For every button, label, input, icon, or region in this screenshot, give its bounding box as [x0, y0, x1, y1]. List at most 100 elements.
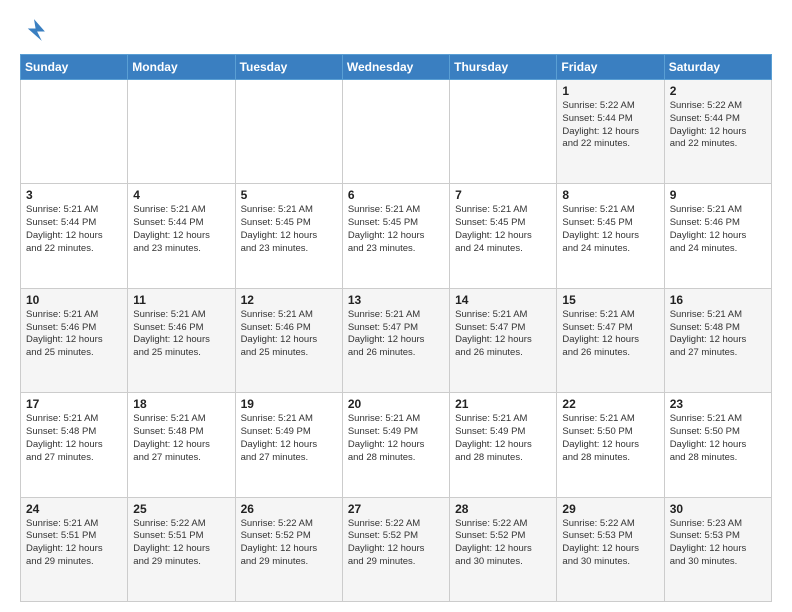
- day-number: 9: [670, 188, 766, 202]
- calendar-day-15: 15 Sunrise: 5:21 AM Sunset: 5:47 PM Dayli…: [557, 288, 664, 392]
- calendar-day-17: 17 Sunrise: 5:21 AM Sunset: 5:48 PM Dayli…: [21, 393, 128, 497]
- day-info: Sunrise: 5:22 AM Sunset: 5:52 PM Dayligh…: [455, 518, 551, 569]
- calendar-day-29: 29 Sunrise: 5:22 AM Sunset: 5:53 PM Dayli…: [557, 497, 664, 601]
- day-info: Sunrise: 5:22 AM Sunset: 5:53 PM Dayligh…: [562, 518, 658, 569]
- day-number: 19: [241, 397, 337, 411]
- day-number: 12: [241, 293, 337, 307]
- calendar-day-19: 19 Sunrise: 5:21 AM Sunset: 5:49 PM Dayli…: [235, 393, 342, 497]
- calendar-day-12: 12 Sunrise: 5:21 AM Sunset: 5:46 PM Dayli…: [235, 288, 342, 392]
- calendar-day-2: 2Sunrise: 5:22 AM Sunset: 5:44 PM Daylig…: [664, 80, 771, 184]
- day-number: 25: [133, 502, 229, 516]
- calendar-table: SundayMondayTuesdayWednesdayThursdayFrid…: [20, 54, 772, 602]
- day-info: Sunrise: 5:21 AM Sunset: 5:47 PM Dayligh…: [455, 309, 551, 360]
- day-number: 7: [455, 188, 551, 202]
- day-number: 28: [455, 502, 551, 516]
- day-info: Sunrise: 5:21 AM Sunset: 5:45 PM Dayligh…: [562, 204, 658, 255]
- day-number: 22: [562, 397, 658, 411]
- day-info: Sunrise: 5:21 AM Sunset: 5:45 PM Dayligh…: [241, 204, 337, 255]
- day-info: Sunrise: 5:21 AM Sunset: 5:46 PM Dayligh…: [26, 309, 122, 360]
- calendar-day-22: 22 Sunrise: 5:21 AM Sunset: 5:50 PM Dayli…: [557, 393, 664, 497]
- calendar-day-4: 4 Sunrise: 5:21 AM Sunset: 5:44 PM Daylig…: [128, 184, 235, 288]
- day-number: 23: [670, 397, 766, 411]
- day-info: Sunrise: 5:21 AM Sunset: 5:48 PM Dayligh…: [670, 309, 766, 360]
- calendar-day-25: 25Sunrise: 5:22 AM Sunset: 5:51 PM Dayli…: [128, 497, 235, 601]
- calendar-header-row: SundayMondayTuesdayWednesdayThursdayFrid…: [21, 55, 772, 80]
- day-number: 30: [670, 502, 766, 516]
- day-number: 13: [348, 293, 444, 307]
- day-info: Sunrise: 5:21 AM Sunset: 5:48 PM Dayligh…: [133, 413, 229, 464]
- day-info: Sunrise: 5:21 AM Sunset: 5:50 PM Dayligh…: [562, 413, 658, 464]
- day-number: 20: [348, 397, 444, 411]
- calendar-day-13: 13 Sunrise: 5:21 AM Sunset: 5:47 PM Dayli…: [342, 288, 449, 392]
- day-info: Sunrise: 5:21 AM Sunset: 5:49 PM Dayligh…: [241, 413, 337, 464]
- calendar-day-18: 18 Sunrise: 5:21 AM Sunset: 5:48 PM Dayli…: [128, 393, 235, 497]
- calendar-empty: [450, 80, 557, 184]
- calendar-day-14: 14Sunrise: 5:21 AM Sunset: 5:47 PM Dayli…: [450, 288, 557, 392]
- header: [20, 16, 772, 44]
- day-number: 5: [241, 188, 337, 202]
- calendar-week-row: 10 Sunrise: 5:21 AM Sunset: 5:46 PM Dayli…: [21, 288, 772, 392]
- day-info: Sunrise: 5:21 AM Sunset: 5:50 PM Dayligh…: [670, 413, 766, 464]
- day-number: 11: [133, 293, 229, 307]
- day-info: Sunrise: 5:21 AM Sunset: 5:44 PM Dayligh…: [26, 204, 122, 255]
- day-number: 1: [562, 84, 658, 98]
- calendar-day-3: 3 Sunrise: 5:21 AM Sunset: 5:44 PM Daylig…: [21, 184, 128, 288]
- day-info: Sunrise: 5:21 AM Sunset: 5:46 PM Dayligh…: [241, 309, 337, 360]
- day-number: 10: [26, 293, 122, 307]
- calendar-day-26: 26 Sunrise: 5:22 AM Sunset: 5:52 PM Dayli…: [235, 497, 342, 601]
- calendar-week-row: 3 Sunrise: 5:21 AM Sunset: 5:44 PM Daylig…: [21, 184, 772, 288]
- calendar-day-6: 6 Sunrise: 5:21 AM Sunset: 5:45 PM Daylig…: [342, 184, 449, 288]
- weekday-header-thursday: Thursday: [450, 55, 557, 80]
- calendar-day-10: 10 Sunrise: 5:21 AM Sunset: 5:46 PM Dayli…: [21, 288, 128, 392]
- logo: [20, 16, 52, 44]
- calendar-week-row: 17 Sunrise: 5:21 AM Sunset: 5:48 PM Dayli…: [21, 393, 772, 497]
- day-info: Sunrise: 5:21 AM Sunset: 5:49 PM Dayligh…: [348, 413, 444, 464]
- weekday-header-friday: Friday: [557, 55, 664, 80]
- day-number: 18: [133, 397, 229, 411]
- calendar-day-1: 1 Sunrise: 5:22 AM Sunset: 5:44 PM Daylig…: [557, 80, 664, 184]
- day-number: 4: [133, 188, 229, 202]
- day-info: Sunrise: 5:22 AM Sunset: 5:52 PM Dayligh…: [348, 518, 444, 569]
- day-number: 27: [348, 502, 444, 516]
- day-info: Sunrise: 5:22 AM Sunset: 5:44 PM Dayligh…: [562, 100, 658, 151]
- calendar-day-5: 5 Sunrise: 5:21 AM Sunset: 5:45 PM Daylig…: [235, 184, 342, 288]
- day-number: 17: [26, 397, 122, 411]
- calendar-day-24: 24 Sunrise: 5:21 AM Sunset: 5:51 PM Dayli…: [21, 497, 128, 601]
- day-info: Sunrise: 5:22 AM Sunset: 5:52 PM Dayligh…: [241, 518, 337, 569]
- day-info: Sunrise: 5:21 AM Sunset: 5:51 PM Dayligh…: [26, 518, 122, 569]
- day-number: 15: [562, 293, 658, 307]
- weekday-header-wednesday: Wednesday: [342, 55, 449, 80]
- calendar-day-16: 16 Sunrise: 5:21 AM Sunset: 5:48 PM Dayli…: [664, 288, 771, 392]
- day-info: Sunrise: 5:21 AM Sunset: 5:48 PM Dayligh…: [26, 413, 122, 464]
- calendar-week-row: 1 Sunrise: 5:22 AM Sunset: 5:44 PM Daylig…: [21, 80, 772, 184]
- day-number: 21: [455, 397, 551, 411]
- day-info: Sunrise: 5:21 AM Sunset: 5:45 PM Dayligh…: [455, 204, 551, 255]
- calendar-empty: [128, 80, 235, 184]
- weekday-header-saturday: Saturday: [664, 55, 771, 80]
- day-number: 24: [26, 502, 122, 516]
- calendar-day-23: 23 Sunrise: 5:21 AM Sunset: 5:50 PM Dayli…: [664, 393, 771, 497]
- calendar-day-27: 27 Sunrise: 5:22 AM Sunset: 5:52 PM Dayli…: [342, 497, 449, 601]
- day-number: 3: [26, 188, 122, 202]
- calendar-empty: [235, 80, 342, 184]
- day-info: Sunrise: 5:21 AM Sunset: 5:47 PM Dayligh…: [348, 309, 444, 360]
- day-info: Sunrise: 5:23 AM Sunset: 5:53 PM Dayligh…: [670, 518, 766, 569]
- day-info: Sunrise: 5:21 AM Sunset: 5:44 PM Dayligh…: [133, 204, 229, 255]
- day-info: Sunrise: 5:21 AM Sunset: 5:45 PM Dayligh…: [348, 204, 444, 255]
- day-number: 16: [670, 293, 766, 307]
- page: SundayMondayTuesdayWednesdayThursdayFrid…: [0, 0, 792, 612]
- calendar-day-30: 30 Sunrise: 5:23 AM Sunset: 5:53 PM Dayli…: [664, 497, 771, 601]
- day-info: Sunrise: 5:21 AM Sunset: 5:47 PM Dayligh…: [562, 309, 658, 360]
- day-number: 29: [562, 502, 658, 516]
- calendar-day-8: 8Sunrise: 5:21 AM Sunset: 5:45 PM Daylig…: [557, 184, 664, 288]
- day-number: 26: [241, 502, 337, 516]
- day-info: Sunrise: 5:21 AM Sunset: 5:46 PM Dayligh…: [670, 204, 766, 255]
- calendar-day-28: 28 Sunrise: 5:22 AM Sunset: 5:52 PM Dayli…: [450, 497, 557, 601]
- calendar-day-21: 21Sunrise: 5:21 AM Sunset: 5:49 PM Dayli…: [450, 393, 557, 497]
- calendar-week-row: 24 Sunrise: 5:21 AM Sunset: 5:51 PM Dayli…: [21, 497, 772, 601]
- calendar-empty: [342, 80, 449, 184]
- calendar-day-9: 9 Sunrise: 5:21 AM Sunset: 5:46 PM Daylig…: [664, 184, 771, 288]
- weekday-header-sunday: Sunday: [21, 55, 128, 80]
- calendar-day-7: 7 Sunrise: 5:21 AM Sunset: 5:45 PM Daylig…: [450, 184, 557, 288]
- day-number: 6: [348, 188, 444, 202]
